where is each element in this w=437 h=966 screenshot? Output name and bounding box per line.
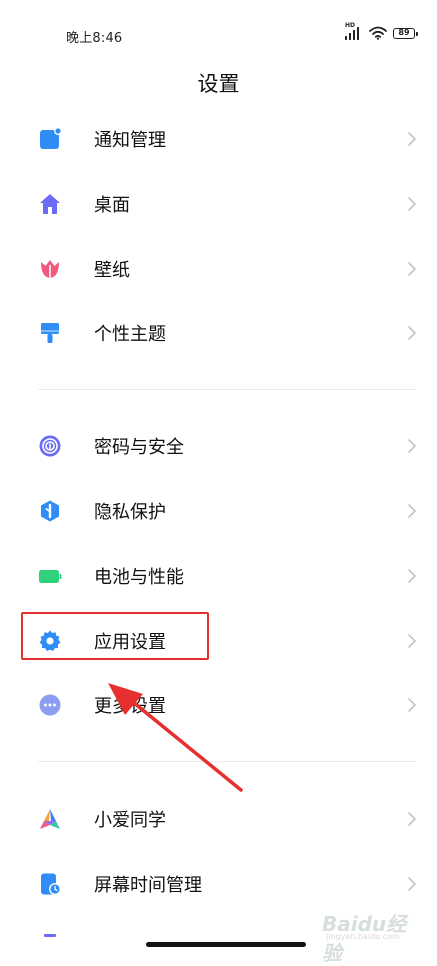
- section-divider: [38, 761, 416, 762]
- partial-next-item-icon: [44, 934, 56, 937]
- home-indicator[interactable]: [146, 942, 306, 947]
- chevron-right-icon: [407, 568, 417, 584]
- cellular-signal-icon: HD: [345, 22, 363, 40]
- home-icon: [38, 192, 62, 216]
- chevron-right-icon: [407, 633, 417, 649]
- settings-item-label: 桌面: [94, 195, 130, 216]
- settings-item-privacy[interactable]: 隐私保护: [0, 480, 437, 542]
- chevron-right-icon: [407, 325, 417, 341]
- battery-level: 89: [398, 28, 410, 37]
- battery-icon: 89: [393, 27, 418, 39]
- section-divider: [38, 389, 416, 390]
- status-bar: 晚上8:46 HD 89: [0, 0, 437, 70]
- network-type-label: HD: [345, 22, 356, 29]
- settings-item-password-security[interactable]: 密码与安全: [0, 415, 437, 477]
- chevron-right-icon: [407, 438, 417, 454]
- settings-item-more-settings[interactable]: 更多设置: [0, 674, 437, 736]
- chevron-right-icon: [407, 196, 417, 212]
- settings-item-notifications[interactable]: 通知管理: [0, 108, 437, 170]
- settings-item-label: 壁纸: [94, 260, 130, 281]
- privacy-shield-icon: [38, 499, 62, 523]
- notification-icon: [38, 127, 62, 151]
- fingerprint-icon: [38, 434, 62, 458]
- settings-item-label: 小爱同学: [94, 810, 166, 831]
- settings-item-label: 密码与安全: [94, 437, 184, 458]
- battery-icon: [38, 564, 62, 588]
- status-time: 晚上8:46: [66, 31, 123, 46]
- chevron-right-icon: [407, 697, 417, 713]
- paint-brush-icon: [38, 321, 62, 345]
- settings-item-themes[interactable]: 个性主题: [0, 302, 437, 364]
- watermark-url: jingyan.baidu.com: [326, 932, 400, 941]
- settings-item-label: 隐私保护: [94, 502, 166, 523]
- settings-item-wallpaper[interactable]: 壁纸: [0, 238, 437, 300]
- settings-item-xiaoai[interactable]: 小爱同学: [0, 788, 437, 850]
- wifi-icon: [369, 26, 387, 40]
- settings-item-label: 更多设置: [94, 696, 166, 717]
- settings-item-label: 电池与性能: [94, 567, 184, 588]
- watermark: Baidu经验 jingyan.baidu.com: [322, 906, 414, 965]
- settings-item-battery-performance[interactable]: 电池与性能: [0, 545, 437, 607]
- page-title: 设置: [197, 72, 240, 96]
- tulip-icon: [38, 257, 62, 281]
- settings-item-label: 屏幕时间管理: [94, 875, 202, 896]
- chevron-right-icon: [407, 261, 417, 277]
- chevron-right-icon: [407, 503, 417, 519]
- settings-item-desktop[interactable]: 桌面: [0, 173, 437, 235]
- chevron-right-icon: [407, 131, 417, 147]
- settings-item-label: 通知管理: [94, 130, 166, 151]
- chevron-right-icon: [407, 876, 417, 892]
- highlight-box: [21, 612, 209, 660]
- more-dots-icon: [38, 693, 62, 717]
- settings-item-label: 个性主题: [94, 324, 166, 345]
- chevron-right-icon: [407, 811, 417, 827]
- status-icons: HD 89: [345, 22, 418, 40]
- screen-time-icon: [38, 872, 62, 896]
- xiaoai-icon: [38, 807, 62, 831]
